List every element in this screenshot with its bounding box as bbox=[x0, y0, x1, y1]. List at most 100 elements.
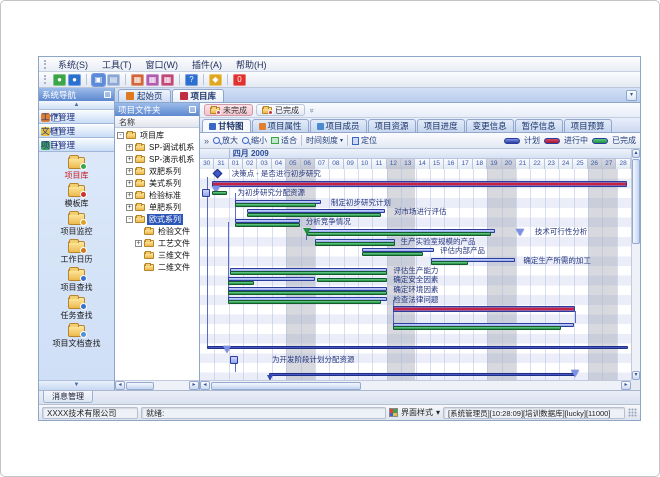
gantt-bar-progress[interactable] bbox=[235, 223, 300, 227]
ui-style-dropdown[interactable]: 界面样式 ▾ bbox=[389, 407, 440, 418]
tree-node[interactable]: 检验文件 bbox=[115, 225, 199, 237]
gantt-bar-summary[interactable] bbox=[269, 373, 575, 376]
expander-icon[interactable]: + bbox=[126, 156, 133, 163]
tree-column-header[interactable]: 名称 bbox=[115, 116, 199, 128]
schedule-plan-icon[interactable]: ▦ bbox=[161, 74, 174, 86]
layout-window-icon[interactable]: ▤ bbox=[107, 74, 120, 86]
sidebar-more-button[interactable]: ▼ bbox=[39, 380, 114, 390]
tree-node[interactable]: 二维文件 bbox=[115, 261, 199, 273]
menu-tools[interactable]: 工具(T) bbox=[95, 59, 139, 71]
pin-icon[interactable] bbox=[189, 106, 196, 113]
zoom-in-button[interactable]: 放大 bbox=[213, 135, 238, 146]
tab-project-library[interactable]: 项目库 bbox=[172, 89, 225, 102]
tab-project-properties[interactable]: 项目属性 bbox=[252, 119, 309, 132]
milestone-square-icon[interactable] bbox=[230, 356, 238, 364]
sidebar-item-template-library[interactable]: 模板库 bbox=[39, 183, 114, 211]
scroll-left-button[interactable]: ◂ bbox=[115, 381, 125, 390]
tree-node[interactable]: +检验标准 bbox=[115, 189, 199, 201]
gantt-bar-progress[interactable] bbox=[230, 271, 387, 275]
gantt-bar-progress[interactable] bbox=[228, 291, 387, 295]
lock-icon[interactable]: ◆ bbox=[209, 74, 222, 86]
scroll-right-button[interactable]: ▸ bbox=[621, 381, 631, 390]
filter-complete-button[interactable]: 已完成 bbox=[256, 104, 305, 116]
schedule-green-icon[interactable]: ▦ bbox=[146, 74, 159, 86]
expander-icon[interactable]: + bbox=[126, 192, 133, 199]
tree-node[interactable]: -欧式系列 bbox=[115, 213, 199, 225]
sidebar-item-project-doc-search[interactable]: 项目文档查找 bbox=[39, 323, 114, 351]
tree-node[interactable]: 三维文件 bbox=[115, 249, 199, 261]
filter-incomplete-button[interactable]: 未完成 bbox=[204, 104, 253, 116]
gantt-bar-progress[interactable] bbox=[317, 278, 387, 282]
scroll-thumb[interactable] bbox=[632, 159, 640, 244]
locate-button[interactable]: 定位 bbox=[352, 135, 377, 146]
tab-project-resources[interactable]: 项目资源 bbox=[368, 119, 416, 132]
gantt-bar-progress[interactable] bbox=[235, 203, 316, 207]
tab-pause-info[interactable]: 暂停信息 bbox=[515, 119, 563, 132]
scroll-right-button[interactable]: ▸ bbox=[189, 381, 199, 390]
help-icon[interactable]: ? bbox=[185, 74, 198, 86]
group-document-management[interactable]: 文档管理▼ bbox=[39, 124, 114, 138]
tab-project-budget[interactable]: 项目预算 bbox=[564, 119, 612, 132]
tab-change-info[interactable]: 变更信息 bbox=[466, 119, 514, 132]
gantt-horizontal-scrollbar[interactable]: ◂ ▸ bbox=[200, 380, 631, 390]
sidebar-item-project-monitor[interactable]: 项目监控 bbox=[39, 211, 114, 239]
group-project-management[interactable]: 项目管理▲ bbox=[39, 138, 114, 152]
tree-node[interactable]: +SP-演示机系 bbox=[115, 153, 199, 165]
expander-icon[interactable]: - bbox=[126, 216, 133, 223]
gantt-bar-in-progress[interactable] bbox=[393, 306, 575, 312]
menu-plugins[interactable]: 插件(A) bbox=[185, 59, 229, 71]
gantt-bar-summary[interactable] bbox=[207, 346, 628, 349]
sidebar-item-work-calendar[interactable]: 工作日历 bbox=[39, 239, 114, 267]
tab-strip-menu-button[interactable]: ▾ bbox=[626, 90, 637, 101]
scroll-up-button[interactable]: ▴ bbox=[632, 149, 640, 158]
sidebar-item-task-search[interactable]: 任务查找 bbox=[39, 295, 114, 323]
globe-icon[interactable]: ● bbox=[68, 74, 81, 86]
toolbar-overflow-icon[interactable]: » bbox=[204, 136, 209, 146]
group-work-management[interactable]: 工作管理▼ bbox=[39, 110, 114, 124]
milestone-square-icon[interactable] bbox=[202, 189, 210, 197]
fit-button[interactable]: 适合 bbox=[271, 135, 297, 146]
pin-icon[interactable] bbox=[104, 91, 111, 98]
milestone-triangle-icon[interactable] bbox=[223, 346, 231, 353]
tree-node[interactable]: +SP-调试机系 bbox=[115, 141, 199, 153]
schedule-red-icon[interactable]: ▦ bbox=[131, 74, 144, 86]
tab-project-progress[interactable]: 项目进度 bbox=[417, 119, 465, 132]
gantt-bar-in-progress[interactable] bbox=[212, 181, 627, 187]
gantt-bar-progress[interactable] bbox=[362, 252, 423, 256]
tab-project-members[interactable]: 项目成员 bbox=[310, 119, 367, 132]
milestone-triangle-icon[interactable] bbox=[571, 370, 579, 377]
time-scale-dropdown[interactable]: 时间刻度▾ bbox=[306, 135, 343, 146]
milestone-triangle-icon[interactable] bbox=[516, 229, 524, 236]
tree-node[interactable]: -项目库 bbox=[115, 129, 199, 141]
sidebar-item-project-search[interactable]: 项目查找 bbox=[39, 267, 114, 295]
expander-icon[interactable]: + bbox=[126, 204, 133, 211]
sync-icon[interactable]: ● bbox=[53, 74, 66, 86]
zoom-out-button[interactable]: 缩小 bbox=[242, 135, 267, 146]
tab-start-page[interactable]: 起始页 bbox=[118, 89, 171, 102]
sidebar-item-project-library[interactable]: 项目库 bbox=[39, 155, 114, 183]
tab-gantt[interactable]: 甘特图 bbox=[202, 119, 251, 132]
progress-arrow-icon[interactable] bbox=[303, 228, 311, 235]
overflow-chevron-icon[interactable]: » bbox=[308, 108, 317, 112]
sidebar-collapse-button[interactable]: ▲ bbox=[39, 101, 114, 110]
tree-node[interactable]: +美式系列 bbox=[115, 177, 199, 189]
tree-node[interactable]: +工艺文件 bbox=[115, 237, 199, 249]
expander-icon[interactable]: + bbox=[126, 180, 133, 187]
scroll-thumb[interactable] bbox=[211, 382, 361, 390]
scroll-thumb[interactable] bbox=[126, 382, 154, 390]
expander-icon[interactable]: + bbox=[126, 168, 133, 175]
vertical-scrollbar[interactable]: ▴ ▾ bbox=[631, 149, 640, 380]
gantt-bar-progress[interactable] bbox=[315, 242, 395, 246]
gantt-bar-progress[interactable] bbox=[212, 191, 227, 195]
menu-help[interactable]: 帮助(H) bbox=[229, 59, 274, 71]
power-icon[interactable]: 0 bbox=[233, 74, 246, 86]
folder-window-icon[interactable]: ▣ bbox=[92, 74, 105, 86]
resize-grip[interactable] bbox=[628, 408, 637, 417]
gantt-bar-progress[interactable] bbox=[228, 281, 254, 285]
expander-icon[interactable]: - bbox=[117, 132, 124, 139]
scroll-left-button[interactable]: ◂ bbox=[200, 381, 210, 390]
gantt-bar-progress[interactable] bbox=[393, 326, 561, 330]
expander-icon[interactable]: + bbox=[135, 240, 142, 247]
tree-horizontal-scrollbar[interactable]: ◂ ▸ bbox=[115, 380, 199, 390]
tree-node[interactable]: +单肥系列 bbox=[115, 201, 199, 213]
